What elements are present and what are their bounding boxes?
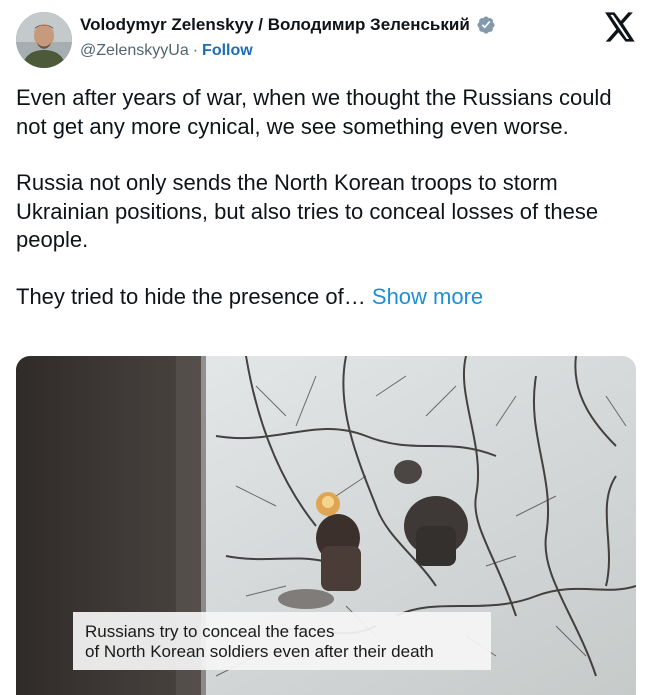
separator-dot: · bbox=[192, 42, 199, 59]
caption-line-1: Russians try to conceal the faces bbox=[85, 622, 335, 641]
author-name-row[interactable]: Volodymyr Zelenskyy / Володимир Зеленськ… bbox=[80, 15, 496, 35]
author-handle-row: @ZelenskyyUa · Follow bbox=[80, 42, 253, 60]
follow-button[interactable]: Follow bbox=[202, 42, 253, 59]
profile-photo bbox=[16, 12, 72, 68]
tweet-paragraph-1: Even after years of war, when we thought… bbox=[16, 85, 612, 139]
author-name[interactable]: Volodymyr Zelenskyy / Володимир Зеленськ… bbox=[80, 15, 470, 35]
tweet-embed-card: Volodymyr Zelenskyy / Володимир Зеленськ… bbox=[0, 0, 654, 695]
tweet-paragraph-2: Russia not only sends the North Korean t… bbox=[16, 170, 599, 252]
truncated-text: They tried to hide the presence of… bbox=[16, 283, 366, 309]
show-more-link[interactable]: Show more bbox=[372, 284, 483, 309]
author-handle[interactable]: @ZelenskyyUa bbox=[80, 42, 189, 59]
tweet-paragraph-3: They tried to hide the presence of… Show… bbox=[16, 283, 636, 312]
verified-badge-icon bbox=[477, 16, 495, 34]
tweet-text: Even after years of war, when we thought… bbox=[16, 84, 636, 311]
x-logo-icon[interactable] bbox=[604, 12, 636, 42]
video-caption: Russians try to conceal the faces of Nor… bbox=[73, 612, 491, 670]
caption-line-2: of North Korean soldiers even after thei… bbox=[85, 642, 434, 661]
avatar[interactable] bbox=[16, 12, 72, 68]
